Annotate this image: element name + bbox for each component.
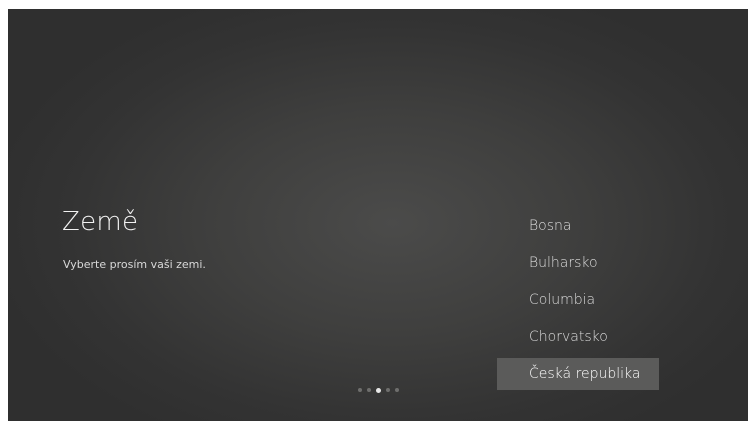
country-list: Bosna Bulharsko Columbia Chorvatsko Česk… <box>497 210 659 395</box>
country-item-columbia[interactable]: Columbia <box>497 284 659 316</box>
page-indicator <box>358 385 399 395</box>
page-dot <box>376 387 381 393</box>
page-title: Země <box>62 207 139 237</box>
country-item-bulharsko[interactable]: Bulharsko <box>497 247 659 279</box>
country-item-ceska-republika[interactable]: Česká republika <box>497 358 659 390</box>
page-subtitle: Vyberte prosím vaši zemi. <box>63 258 206 271</box>
setup-screen: Země Vyberte prosím vaši zemi. Bosna Bul… <box>8 9 748 421</box>
page-dot <box>386 388 390 392</box>
page-dot <box>395 388 399 392</box>
country-item-bosna[interactable]: Bosna <box>497 210 659 242</box>
page-dot <box>367 388 371 392</box>
page-dot <box>358 388 362 392</box>
country-item-chorvatsko[interactable]: Chorvatsko <box>497 321 659 353</box>
